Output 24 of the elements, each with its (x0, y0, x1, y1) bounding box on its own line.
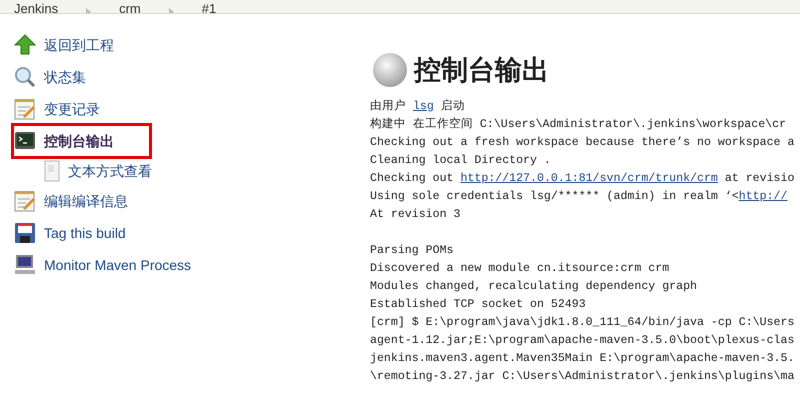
sidebar-item[interactable]: Monitor Maven Process (14, 254, 208, 276)
status-ball-icon (370, 50, 410, 90)
page-title: 控制台输出 (414, 54, 549, 87)
console-output: 由用户 lsg 启动 构建中 在工作空间 C:\Users\Administrator\.jenkins\workspace\cr Checking out a fresh workspace because there’s no workspace a Cleaning local Directory . Checking out http://127.0.0.1:81/svn/crm/trunk/crm at revisio Using sole credentials lsg/****** (admin) in realm ‘<http:// At revision 3 Parsing POMs Discovered a new module cn.itsource:crm crm Modules changed, recalculating dependency graph Established TCP socket on 52493 [crm] $ E:\program\java\jdk1.8.0_111_64/bin/java -cp C:\Users agent-1.12.jar;E:\program\apache-maven-3.5.0\boot\plexus-clas jenkins.maven3.agent.Maven35Main E:\program\apache-maven-3.5. \remoting-3.27.jar C:\Users\Administrator\.jenkins\plugins\ma (370, 98, 796, 385)
document-icon (44, 160, 60, 182)
sidebar-item[interactable]: 变更记录 (14, 98, 116, 120)
terminal-icon (14, 130, 36, 152)
sidebar-item[interactable]: Tag this build (14, 222, 142, 244)
console-link[interactable]: lsg (412, 100, 434, 113)
notepad-pencil-icon (14, 98, 36, 120)
sidebar-item[interactable]: 编辑编译信息 (14, 190, 144, 212)
sidebar-item[interactable]: 控制台输出 (11, 123, 152, 159)
computer-icon (14, 254, 36, 276)
console-link[interactable]: http://127.0.0.1:81/svn/crm/trunk/crm (460, 172, 718, 185)
breadcrumb-link[interactable]: crm (119, 2, 141, 13)
sidebar-item[interactable]: 返回到工程 (14, 34, 130, 56)
breadcrumb-link[interactable]: #1 (202, 2, 216, 13)
notepad-pencil-icon (14, 190, 36, 212)
search-icon (14, 66, 36, 88)
breadcrumb-link[interactable]: Jenkins (14, 2, 58, 13)
up-arrow-icon (14, 34, 36, 56)
sidebar-item[interactable]: 状态集 (14, 66, 102, 88)
sidebar-item[interactable]: 文本方式查看 (44, 160, 168, 182)
console-link[interactable]: http:// (738, 190, 788, 203)
